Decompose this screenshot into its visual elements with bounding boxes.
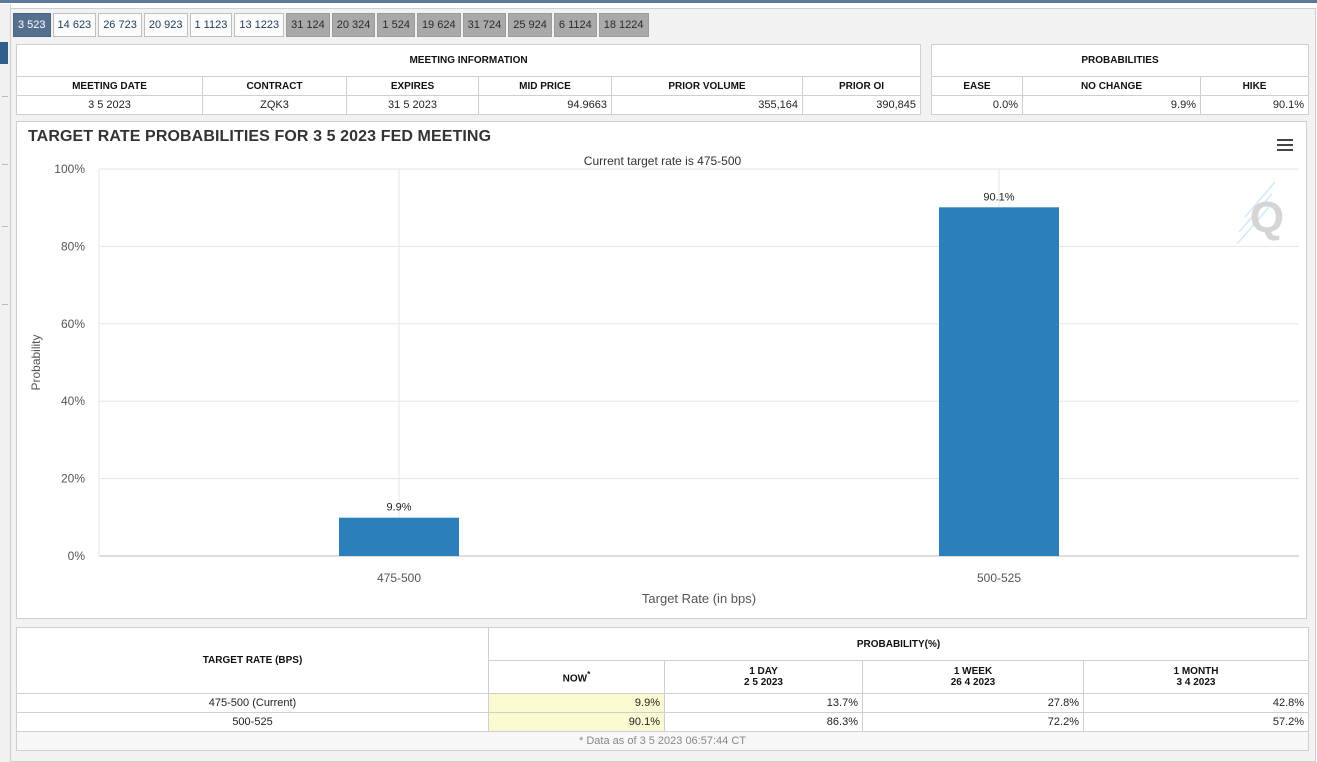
header-now: NOW* [488,660,665,694]
y-tick-label: 20% [61,472,85,486]
top-border [0,0,1317,3]
bar [339,517,459,556]
tab-meeting-date[interactable]: 13 1223 [234,13,285,37]
left-strip-marker [0,42,8,64]
header-probability-group: PROBABILITY(%) [487,627,1310,661]
target-rate-cell: 475-500 (Current) [16,693,489,713]
header-now-label: NOW [562,673,588,685]
header-mid-price: MID PRICE [478,76,612,96]
table-row: 475-500 (Current) 9.9% 13.7% 27.8% 42.8% [16,693,1310,713]
header-prior-volume: PRIOR VOLUME [611,76,803,96]
prior-oi-value: 390,845 [801,95,922,115]
header-contract: CONTRACT [202,76,347,96]
left-strip-tick [2,96,8,97]
1-week-value: 27.8% [862,693,1084,713]
left-strip-tick [2,304,8,305]
probability-history-table: TARGET RATE (BPS) PROBABILITY(%) NOW* 1 … [15,627,1310,751]
x-tick-label: 475-500 [377,571,421,585]
y-tick-label: 40% [61,394,85,408]
header-1-day-date: 2 5 2023 [744,677,783,688]
header-1-month-label: 1 MONTH [1173,666,1219,677]
ease-value: 0.0% [931,95,1023,115]
header-expires: EXPIRES [346,76,479,96]
tab-meeting-date[interactable]: 18 1224 [598,13,649,37]
data-label: 9.9% [386,502,411,514]
y-tick-label: 100% [54,162,85,176]
tab-meeting-date[interactable]: 20 324 [331,13,376,37]
header-1-week: 1 WEEK 26 4 2023 [862,660,1084,694]
chart-panel: TARGET RATE PROBABILITIES FOR 3 5 2023 F… [16,121,1307,619]
y-tick-label: 80% [61,239,85,253]
svg-text:Q: Q [1250,193,1284,242]
mid-price-value: 94.9663 [478,95,612,115]
meeting-information-title: MEETING INFORMATION [15,44,922,77]
data-timestamp-footnote: * Data as of 3 5 2023 06:57:44 CT [15,731,1310,751]
y-axis-title: Probability [29,334,43,390]
chart-plot: Q 0% 20% 40% 60% 80% 100% 9.9% 475-500 90.1% 500-… [29,162,1299,606]
now-value: 90.1% [488,712,665,732]
tab-meeting-date[interactable]: 20 923 [143,13,188,37]
header-1-day: 1 DAY 2 5 2023 [664,660,863,694]
left-strip-tick [2,164,8,165]
target-rate-cell: 500-525 [16,712,489,732]
y-tick-label: 60% [61,317,85,331]
probabilities-title: PROBABILITIES [930,44,1310,77]
1-month-value: 57.2% [1082,712,1310,732]
header-target-rate: TARGET RATE (BPS) [16,627,489,694]
expires-value: 31 5 2023 [346,95,479,115]
tab-meeting-date[interactable]: 14 623 [52,13,97,37]
header-1-month: 1 MONTH 3 4 2023 [1082,660,1310,694]
1-day-value: 13.7% [664,693,863,713]
left-strip-tick [2,226,8,227]
data-label: 90.1% [983,191,1014,203]
tab-meeting-date[interactable]: 6 1124 [553,13,597,37]
x-tick-label: 500-525 [977,571,1021,585]
tab-meeting-date[interactable]: 19 624 [416,13,461,37]
tab-meeting-date[interactable]: 1 1123 [189,13,233,37]
header-1-week-date: 26 4 2023 [950,677,996,688]
header-ease: EASE [931,76,1023,96]
header-1-day-label: 1 DAY [749,666,778,677]
tab-meeting-date[interactable]: 1 524 [377,13,415,37]
contract-value: ZQK3 [202,95,347,115]
q-logo-icon: Q [1236,181,1284,245]
header-now-mark: * [587,669,591,680]
1-week-value: 72.2% [862,712,1084,732]
tab-meeting-date[interactable]: 31 724 [462,13,507,37]
tab-meeting-date[interactable]: 25 924 [508,13,552,37]
header-no-change: NO CHANGE [1022,76,1201,96]
meeting-date-value: 3 5 2023 [16,95,203,115]
now-value: 9.9% [488,693,665,713]
header-meeting-date: MEETING DATE [16,76,203,96]
meeting-information-table: MEETING INFORMATION MEETING DATE CONTRAC… [15,44,922,115]
hike-value: 90.1% [1199,95,1310,115]
prior-volume-value: 355,164 [611,95,803,115]
no-change-value: 9.9% [1022,95,1201,115]
table-row: 500-525 90.1% 86.3% 72.2% 57.2% [16,712,1310,732]
tab-meeting-date[interactable]: 3 523 [13,13,51,37]
header-1-month-date: 3 4 2023 [1176,677,1216,688]
x-axis-title: Target Rate (in bps) [642,591,756,606]
probabilities-table: PROBABILITIES EASE NO CHANGE HIKE 0.0% 9… [930,44,1310,115]
header-hike: HIKE [1199,76,1310,96]
header-1-week-label: 1 WEEK [953,666,993,677]
1-day-value: 86.3% [664,712,863,732]
1-month-value: 42.8% [1082,693,1310,713]
bar [939,207,1059,557]
tab-meeting-date[interactable]: 31 124 [286,13,330,37]
y-tick-label: 0% [68,549,86,563]
tab-meeting-date[interactable]: 26 723 [98,13,142,37]
header-prior-oi: PRIOR OI [801,76,922,96]
meeting-date-tabs: 3 523 14 623 26 723 20 923 1 1123 13 1223 31 1… [13,13,649,37]
